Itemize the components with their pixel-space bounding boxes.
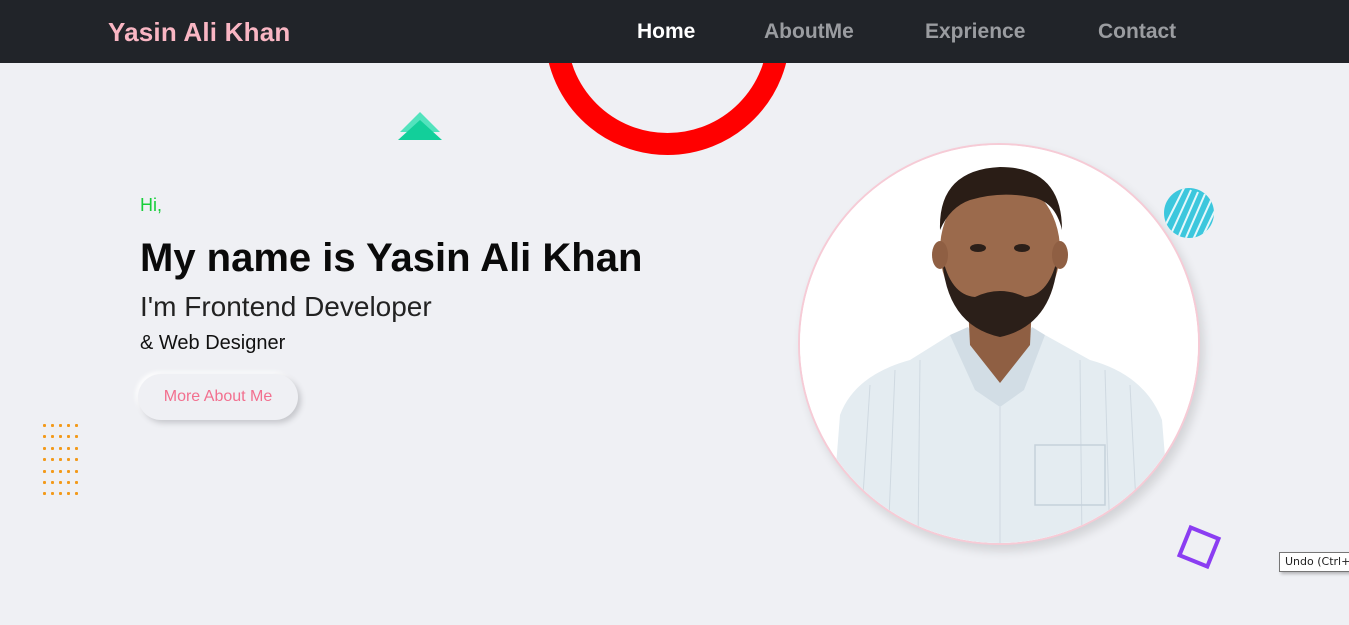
greeting-text: Hi, bbox=[140, 195, 162, 215]
dot-grid-decoration bbox=[43, 424, 79, 496]
triangle-decoration-icon bbox=[398, 110, 442, 142]
nav-link-contact[interactable]: Contact bbox=[1098, 20, 1176, 44]
more-about-me-button[interactable]: More About Me bbox=[138, 374, 298, 420]
brand-logo[interactable]: Yasin Ali Khan bbox=[108, 17, 290, 48]
rotated-square-decoration-icon bbox=[1176, 524, 1222, 570]
navbar: Yasin Ali Khan Home AboutMe Exprience Co… bbox=[0, 0, 1349, 63]
nav-link-home[interactable]: Home bbox=[637, 20, 695, 44]
profile-photo bbox=[798, 143, 1200, 545]
hero-role: I'm Frontend Developer bbox=[140, 291, 432, 322]
nav-link-aboutme[interactable]: AboutMe bbox=[764, 20, 854, 44]
nav-link-exprience[interactable]: Exprience bbox=[925, 20, 1025, 44]
hero-name-heading: My name is Yasin Ali Khan bbox=[140, 236, 643, 280]
undo-tooltip: Undo (Ctrl+Z) bbox=[1279, 552, 1349, 572]
hero-role-secondary: & Web Designer bbox=[140, 332, 286, 354]
hatched-circle-decoration-icon bbox=[1164, 188, 1214, 238]
